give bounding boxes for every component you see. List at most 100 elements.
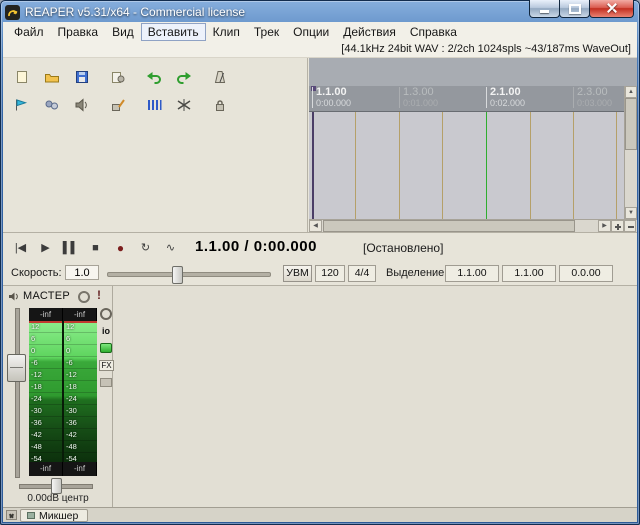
title-bar[interactable]: REAPER v5.31/x64 - Commercial license	[5, 3, 520, 21]
vertical-scroll-thumb[interactable]	[625, 98, 637, 150]
fx-button[interactable]: FX	[99, 360, 114, 371]
ruler-marker: 2.1.00 0:02.000	[486, 87, 525, 108]
playrate-row: Скорость: 1.0 УВМ 120 4/4 Выделение: 1.1…	[3, 262, 637, 285]
horizontal-scroll-thumb[interactable]	[323, 220, 575, 232]
play-button[interactable]: ▶	[34, 238, 57, 257]
window-title: REAPER v5.31/x64 - Commercial license	[25, 5, 245, 19]
horizontal-scrollbar[interactable]: ◀ ▶	[309, 219, 637, 232]
maximize-icon	[569, 4, 581, 14]
transport-position-display[interactable]: 1.1.00 / 0:00.000	[195, 238, 317, 255]
auto-arm-button[interactable]	[105, 94, 131, 116]
redo-button[interactable]	[171, 66, 197, 88]
arrange-view[interactable]	[309, 112, 624, 219]
master-channel-strip: МАСТЕР ! -inf -inf 12 6 0	[3, 286, 113, 507]
save-project-icon	[74, 70, 90, 84]
stop-button[interactable]: ■	[84, 238, 107, 257]
new-project-button[interactable]	[9, 66, 35, 88]
undo-icon	[146, 70, 162, 84]
pencil-lock-icon	[110, 98, 126, 112]
menu-track[interactable]: Трек	[247, 23, 286, 41]
playrate-slider-handle[interactable]	[172, 266, 183, 284]
screensets-button[interactable]	[39, 94, 65, 116]
menu-actions[interactable]: Действия	[336, 23, 403, 41]
ruler-marker: 1.1.00 0:00.000	[312, 87, 351, 108]
menu-insert[interactable]: Вставить	[141, 23, 206, 41]
repeat-button[interactable]: ↻	[134, 238, 157, 257]
envelope-button[interactable]: ∿	[159, 238, 182, 257]
crossfade-icon	[176, 98, 192, 112]
env-button[interactable]	[100, 378, 112, 387]
zoom-out-button[interactable]	[624, 220, 636, 232]
grid-line	[530, 112, 531, 219]
selection-start-field[interactable]: 1.1.00	[445, 265, 499, 282]
menu-view[interactable]: Вид	[105, 23, 141, 41]
maximize-button[interactable]	[559, 0, 590, 18]
pan-slider-handle[interactable]	[51, 478, 62, 494]
goto-start-button[interactable]: |◀	[9, 238, 32, 257]
bpm-field[interactable]: 120	[315, 265, 345, 282]
menu-file[interactable]: Файл	[7, 23, 51, 41]
save-project-button[interactable]	[69, 66, 95, 88]
transport-buttons: |◀ ▶ ▌▌ ■ ● ↻ ∿	[9, 238, 182, 257]
track-panel-area[interactable]	[3, 58, 308, 232]
mono-button[interactable]	[100, 343, 112, 353]
io-button[interactable]: io	[99, 327, 113, 336]
edit-cursor-line	[312, 112, 314, 219]
phase-icon[interactable]	[100, 308, 112, 320]
arrange-panel: 1.1.00 0:00.000 1.3.00 0:01.000 2.1.00 0…	[309, 58, 637, 232]
scroll-left-button[interactable]: ◀	[309, 220, 322, 232]
vertical-scrollbar[interactable]: ▲ ▼	[624, 86, 637, 219]
grid-button[interactable]	[141, 94, 167, 116]
master-vu-meters[interactable]: -inf -inf 12 6 0 -6 -12 -18 -24 -30	[29, 308, 97, 476]
record-arm-icon[interactable]	[78, 291, 90, 303]
grid-line	[355, 112, 356, 219]
alert-indicator[interactable]: !	[97, 288, 101, 302]
timeline-ruler[interactable]: 1.1.00 0:00.000 1.3.00 0:01.000 2.1.00 0…	[309, 86, 624, 112]
zoom-in-button[interactable]	[611, 220, 624, 232]
close-button[interactable]	[589, 0, 634, 18]
minimize-button[interactable]	[529, 0, 560, 18]
metronome-icon	[212, 70, 228, 84]
scroll-right-button[interactable]: ▶	[598, 220, 611, 232]
project-settings-button[interactable]	[105, 66, 131, 88]
record-button[interactable]: ●	[109, 238, 132, 257]
playrate-value-field[interactable]: 1.0	[65, 265, 99, 280]
open-project-button[interactable]	[39, 66, 65, 88]
floor-left: -inf	[29, 462, 63, 476]
window-content: Файл Правка Вид Вставить Клип Трек Опции…	[3, 22, 637, 522]
scroll-up-button[interactable]: ▲	[625, 86, 637, 98]
speaker-icon	[74, 98, 90, 112]
master-header[interactable]: МАСТЕР	[8, 290, 70, 302]
master-fader-track[interactable]	[15, 308, 20, 478]
selection-end-field[interactable]: 1.1.00	[502, 265, 556, 282]
tab-mixer[interactable]: Микшер	[20, 509, 88, 522]
undo-button[interactable]	[141, 66, 167, 88]
menu-help[interactable]: Справка	[403, 23, 464, 41]
menu-edit[interactable]: Правка	[51, 23, 106, 41]
open-project-icon	[44, 70, 60, 84]
reaper-logo-icon	[5, 5, 20, 20]
screensets-icon	[44, 98, 60, 112]
big-clock-button[interactable]	[9, 94, 35, 116]
master-fader-handle[interactable]	[7, 354, 26, 382]
tempo-mode-button[interactable]: УВМ	[283, 265, 312, 282]
transport-bar: |◀ ▶ ▌▌ ■ ● ↻ ∿ 1.1.00 / 0:00.000 [Остан…	[3, 232, 637, 262]
time-signature-field[interactable]: 4/4	[348, 265, 376, 282]
meter-right: 12 6 0 -6 -12 -18 -24 -30 -36 -42 -48 -5…	[64, 321, 97, 462]
selection-length-field[interactable]: 0.0.00	[559, 265, 613, 282]
playrate-slider[interactable]	[107, 272, 271, 277]
volume-pan-readout: 0.00dB центр	[3, 493, 113, 504]
new-project-icon	[14, 70, 30, 84]
pause-button[interactable]: ▌▌	[59, 238, 82, 257]
menu-item[interactable]: Клип	[206, 23, 247, 41]
scroll-down-button[interactable]: ▼	[625, 207, 637, 219]
lock-button[interactable]	[207, 94, 233, 116]
docker-close-button[interactable]	[6, 510, 17, 520]
master-volume-button[interactable]	[69, 94, 95, 116]
metronome-button[interactable]	[207, 66, 233, 88]
crossfade-button[interactable]	[171, 94, 197, 116]
menu-options[interactable]: Опции	[286, 23, 336, 41]
marker-lane[interactable]	[309, 58, 637, 87]
grid-line	[573, 112, 574, 219]
docker-tab-icon	[27, 512, 35, 519]
